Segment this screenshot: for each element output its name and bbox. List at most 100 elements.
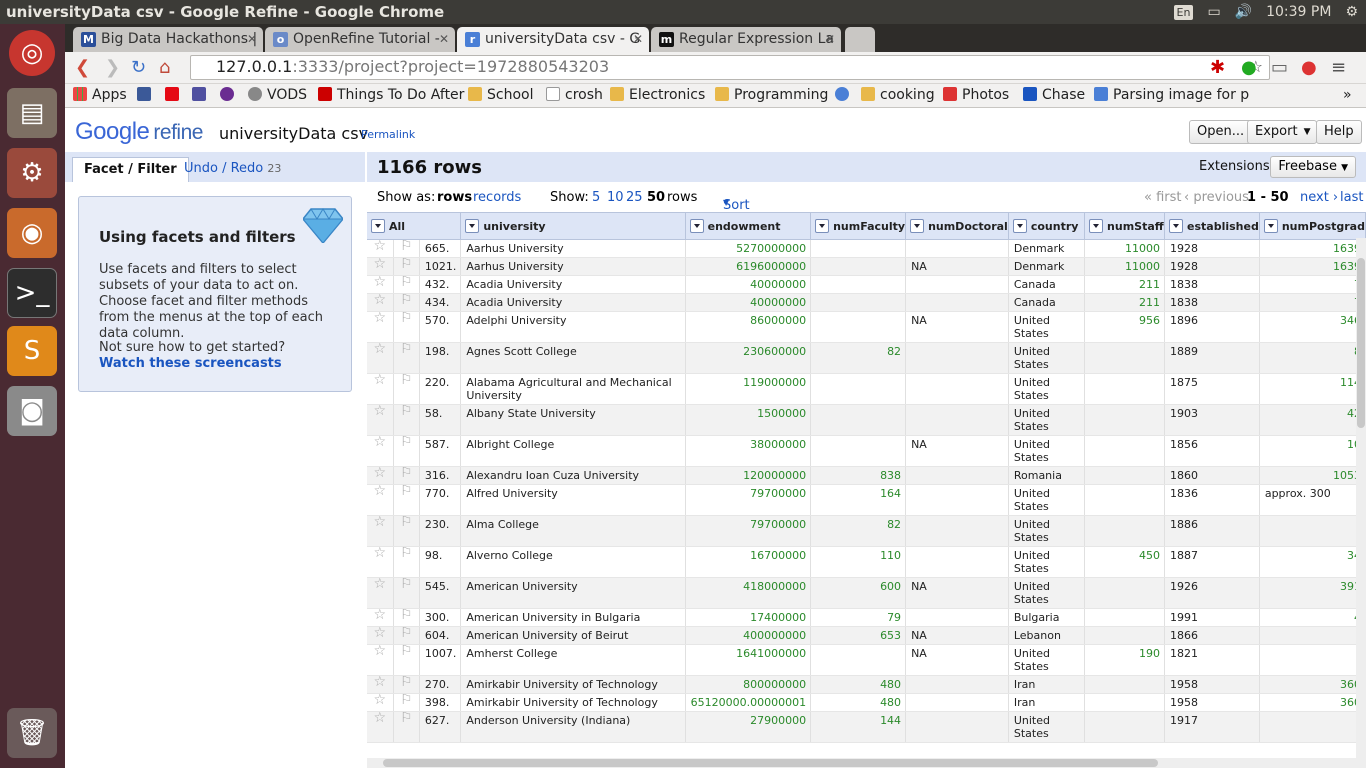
established-cell[interactable]: 1856 — [1164, 435, 1260, 467]
back-icon[interactable]: ❮ — [75, 57, 90, 78]
numstaff-cell[interactable]: 956 — [1084, 311, 1165, 343]
numpostgrad-cell[interactable]: 10 — [1259, 435, 1366, 467]
google-refine-logo[interactable]: Google refine — [75, 118, 203, 146]
numpostgrad-cell[interactable] — [1259, 644, 1366, 676]
volume-icon[interactable]: 🔊 — [1235, 4, 1252, 20]
star-icon[interactable]: ☆ — [367, 293, 394, 312]
numfaculty-cell[interactable] — [810, 373, 907, 405]
numpostgrad-cell[interactable]: 346 — [1259, 311, 1366, 343]
numfaculty-cell[interactable] — [810, 311, 907, 343]
new-tab-button[interactable] — [845, 27, 875, 52]
university-cell[interactable]: Amirkabir University of Technology — [460, 675, 686, 694]
star-icon[interactable]: ☆ — [367, 693, 394, 712]
numfaculty-cell[interactable] — [810, 404, 907, 436]
numstaff-cell[interactable] — [1084, 626, 1165, 645]
flag-icon[interactable]: ⚐ — [393, 275, 420, 294]
star-icon[interactable]: ☆ — [367, 711, 394, 743]
bookmark-folder-programming[interactable]: Programming — [715, 87, 828, 103]
numfaculty-cell[interactable]: 82 — [810, 342, 907, 374]
star-icon[interactable]: ☆ — [367, 373, 394, 405]
university-cell[interactable]: Albany State University — [460, 404, 686, 436]
numdoctoral-cell[interactable] — [905, 373, 1009, 405]
numfaculty-cell[interactable] — [810, 435, 907, 467]
freebase-menu-button[interactable]: Freebase ▼ — [1270, 156, 1356, 178]
bookmark-photos[interactable]: Photos — [943, 87, 1009, 103]
numpostgrad-cell[interactable] — [1259, 711, 1366, 743]
column-menu-icon[interactable] — [689, 218, 704, 233]
numpostgrad-cell[interactable]: 42 — [1259, 404, 1366, 436]
established-cell[interactable]: 1838 — [1164, 293, 1260, 312]
country-cell[interactable]: United States — [1008, 515, 1086, 547]
column-menu-icon[interactable] — [1263, 218, 1278, 233]
previous-page-link[interactable]: ‹ previous — [1184, 190, 1249, 205]
country-cell[interactable]: United States — [1008, 711, 1086, 743]
country-cell[interactable]: United States — [1008, 435, 1086, 467]
numdoctoral-cell[interactable] — [905, 293, 1009, 312]
bookmark-peace[interactable] — [220, 87, 239, 103]
column-menu-icon[interactable] — [1012, 218, 1027, 233]
numstaff-cell[interactable]: 190 — [1084, 644, 1165, 676]
extension-icon-2[interactable]: ● — [1241, 57, 1257, 78]
bookmark-netflix[interactable] — [165, 87, 184, 103]
numdoctoral-cell[interactable] — [905, 675, 1009, 694]
star-icon[interactable]: ☆ — [367, 239, 394, 258]
numstaff-cell[interactable] — [1084, 675, 1165, 694]
tab-facet-filter[interactable]: Facet / Filter — [72, 157, 189, 183]
browser-tab-openrefine-tutorial[interactable]: o OpenRefine Tutorial - ✕ — [265, 27, 455, 52]
show-as-rows[interactable]: rows — [437, 190, 472, 205]
export-button[interactable]: Export ▼ — [1247, 120, 1317, 144]
country-cell[interactable]: United States — [1008, 373, 1086, 405]
established-cell[interactable]: 1889 — [1164, 342, 1260, 374]
browser-tab-refine-project[interactable]: r universityData csv - G ✕ — [457, 27, 649, 52]
bookmark-3[interactable] — [192, 87, 211, 103]
numstaff-cell[interactable] — [1084, 435, 1165, 467]
column-header-numpostgrad[interactable]: numPostgrad — [1259, 213, 1366, 240]
country-cell[interactable]: Iran — [1008, 693, 1086, 712]
flag-icon[interactable]: ⚐ — [393, 711, 420, 743]
endowment-cell[interactable]: 119000000 — [685, 373, 812, 405]
star-icon[interactable]: ☆ — [367, 515, 394, 547]
numstaff-cell[interactable] — [1084, 484, 1165, 516]
page-size-50[interactable]: 50 — [647, 190, 665, 205]
established-cell[interactable]: 1928 — [1164, 257, 1260, 276]
open-button[interactable]: Open... — [1189, 120, 1253, 144]
numdoctoral-cell[interactable] — [905, 693, 1009, 712]
numdoctoral-cell[interactable]: NA — [905, 626, 1009, 645]
column-menu-icon[interactable] — [465, 218, 480, 233]
column-menu-icon[interactable] — [371, 218, 385, 233]
keyboard-indicator[interactable]: En — [1173, 4, 1194, 20]
flag-icon[interactable]: ⚐ — [393, 342, 420, 374]
bookmark-folder-electronics[interactable]: Electronics — [610, 87, 705, 103]
numdoctoral-cell[interactable] — [905, 342, 1009, 374]
numpostgrad-cell[interactable]: 34 — [1259, 546, 1366, 578]
flag-icon[interactable]: ⚐ — [393, 293, 420, 312]
flag-icon[interactable]: ⚐ — [393, 644, 420, 676]
numdoctoral-cell[interactable]: NA — [905, 577, 1009, 609]
numpostgrad-cell[interactable]: 360 — [1259, 675, 1366, 694]
tab-close-icon[interactable]: ✕ — [633, 27, 643, 51]
bookmark-crosh[interactable]: crosh — [546, 87, 603, 103]
numdoctoral-cell[interactable] — [905, 515, 1009, 547]
file-manager-icon[interactable]: ▤ — [7, 88, 57, 138]
numstaff-cell[interactable]: 211 — [1084, 293, 1165, 312]
endowment-cell[interactable]: 65120000.00000001 — [685, 693, 812, 712]
column-menu-icon[interactable] — [910, 218, 925, 233]
university-cell[interactable]: Alverno College — [460, 546, 686, 578]
forward-icon[interactable]: ❯ — [105, 57, 120, 78]
numpostgrad-cell[interactable]: 7 — [1259, 293, 1366, 312]
star-icon[interactable]: ☆ — [367, 675, 394, 694]
university-cell[interactable]: Aarhus University — [460, 257, 686, 276]
page-size-5[interactable]: 5 — [592, 190, 600, 205]
column-header-numfaculty[interactable]: numFaculty — [810, 213, 907, 240]
horizontal-scrollbar[interactable] — [367, 758, 1366, 768]
endowment-cell[interactable]: 120000000 — [685, 466, 812, 485]
flag-icon[interactable]: ⚐ — [393, 693, 420, 712]
established-cell[interactable]: 1903 — [1164, 404, 1260, 436]
chrome-browser-icon[interactable]: ◉ — [7, 208, 57, 258]
numfaculty-cell[interactable]: 164 — [810, 484, 907, 516]
extension-icon-1[interactable]: ✱ — [1210, 57, 1225, 78]
flag-icon[interactable]: ⚐ — [393, 626, 420, 645]
endowment-cell[interactable]: 17400000 — [685, 608, 812, 627]
endowment-cell[interactable]: 79700000 — [685, 484, 812, 516]
numfaculty-cell[interactable] — [810, 275, 907, 294]
